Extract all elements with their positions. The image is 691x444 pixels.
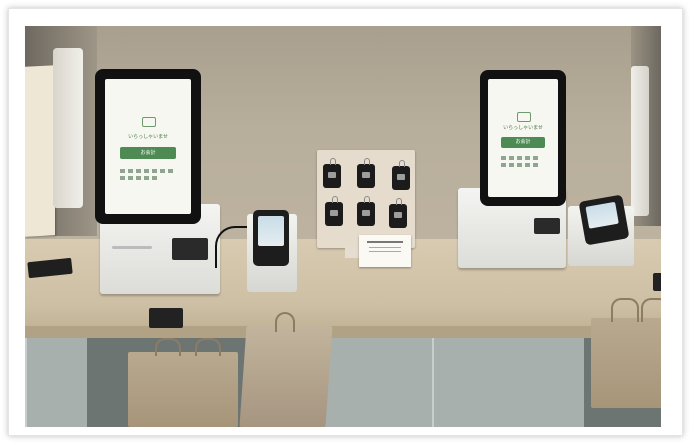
key-tag bbox=[389, 198, 407, 228]
key-tag bbox=[323, 158, 341, 188]
terminal-screen bbox=[585, 201, 619, 229]
cabinet-door bbox=[432, 338, 584, 427]
bag-handle bbox=[611, 298, 639, 322]
counter-edge bbox=[25, 326, 661, 338]
key-tag bbox=[392, 160, 410, 190]
cable bbox=[215, 226, 247, 268]
card-reader-slot bbox=[172, 238, 208, 260]
kiosk-language-icons bbox=[120, 169, 175, 181]
cabinet-door bbox=[25, 338, 87, 427]
bag-handle bbox=[195, 338, 221, 356]
kiosk-display: いらっしゃいませ お会計 bbox=[488, 79, 558, 197]
key-tag bbox=[325, 196, 343, 226]
receipt-slot bbox=[112, 246, 152, 249]
kiosk-language-icons bbox=[500, 155, 546, 167]
cafe-photo: いらっしゃいませ お会計 いらっしゃいませ お会計 bbox=[25, 26, 661, 427]
payment-terminal bbox=[578, 194, 630, 246]
brand-logo-icon bbox=[517, 112, 531, 123]
kiosk-start-button: お会計 bbox=[120, 146, 176, 159]
shelf-label bbox=[653, 273, 661, 291]
paper-bag-stack bbox=[128, 352, 238, 427]
kiosk-welcome-text: いらっしゃいませ bbox=[128, 134, 168, 140]
kiosk-start-button: お会計 bbox=[500, 136, 546, 148]
side-kiosk-right bbox=[631, 66, 649, 216]
terminal-screen bbox=[258, 216, 284, 246]
bag-handle bbox=[641, 298, 661, 322]
brand-logo-icon bbox=[142, 116, 156, 127]
menu-board bbox=[25, 65, 55, 237]
kiosk-screen: いらっしゃいませ お会計 bbox=[95, 69, 201, 224]
shelf-label bbox=[149, 308, 183, 328]
hanging-paper-bag bbox=[239, 326, 333, 427]
paper-bag-stack bbox=[591, 318, 661, 408]
bag-handle bbox=[275, 312, 295, 332]
payment-terminal bbox=[253, 210, 289, 266]
key-tag-board bbox=[317, 150, 415, 248]
key-tag bbox=[357, 196, 375, 226]
kiosk-screen: いらっしゃいませ お会計 bbox=[480, 70, 566, 206]
key-tag bbox=[357, 158, 375, 188]
kiosk-display: いらっしゃいませ お会計 bbox=[105, 79, 191, 214]
bag-handle bbox=[155, 338, 181, 356]
info-sign bbox=[359, 235, 411, 267]
kiosk-welcome-text: いらっしゃいませ bbox=[503, 124, 543, 131]
card-reader-slot bbox=[534, 218, 560, 234]
side-kiosk-left bbox=[53, 48, 83, 208]
